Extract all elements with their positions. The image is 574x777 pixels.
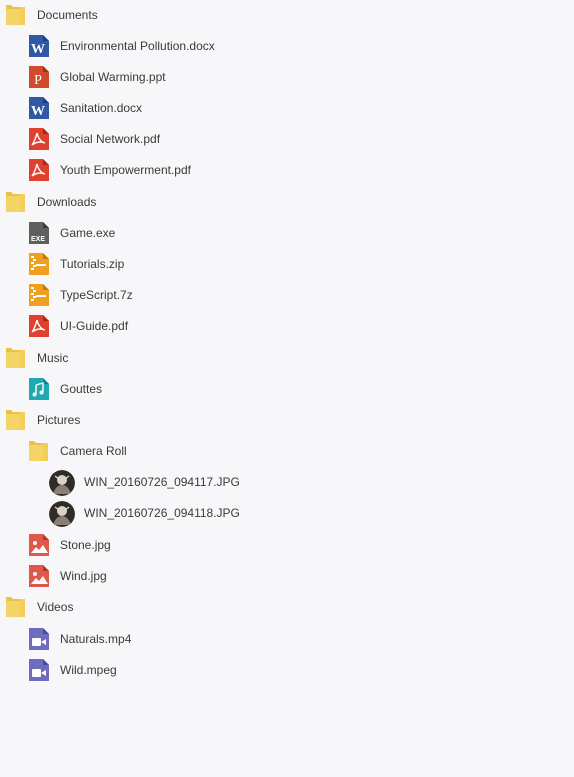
pdf-file-icon	[28, 314, 50, 338]
tree-item-sanitation[interactable]: Sanitation.docx	[0, 93, 574, 124]
file-tree: Documents Environmental Pollution.docx G…	[0, 0, 574, 777]
tree-item-label: Sanitation.docx	[60, 101, 143, 115]
tree-item-label: Wind.jpg	[60, 569, 107, 583]
folder-icon	[5, 3, 27, 27]
tree-item-label: Pictures	[37, 413, 81, 427]
tree-item-global-warming[interactable]: Global Warming.ppt	[0, 62, 574, 93]
tree-item-photo-094118[interactable]: WIN_20160726_094118.JPG	[0, 498, 574, 529]
tree-folder-music[interactable]: Music	[0, 343, 574, 374]
tree-item-label: Documents	[37, 8, 98, 22]
tree-item-typescript[interactable]: TypeScript.7z	[0, 280, 574, 311]
tree-item-label: Environmental Pollution.docx	[60, 39, 215, 53]
tree-folder-documents[interactable]: Documents	[0, 0, 574, 31]
tree-folder-videos[interactable]: Videos	[0, 592, 574, 623]
folder-icon	[5, 190, 27, 214]
tree-item-label: Global Warming.ppt	[60, 70, 166, 84]
tree-item-label: WIN_20160726_094118.JPG	[84, 506, 240, 520]
tree-item-wind[interactable]: Wind.jpg	[0, 561, 574, 592]
powerpoint-file-icon	[28, 65, 50, 89]
pdf-file-icon	[28, 127, 50, 151]
image-file-icon	[28, 564, 50, 588]
tree-item-label: Wild.mpeg	[60, 663, 117, 677]
image-file-icon	[28, 533, 50, 557]
tree-item-label: Music	[37, 351, 69, 365]
tree-item-gouttes[interactable]: Gouttes	[0, 374, 574, 405]
video-file-icon	[28, 658, 50, 682]
tree-folder-camera-roll[interactable]: Camera Roll	[0, 436, 574, 467]
tree-item-label: Naturals.mp4	[60, 632, 132, 646]
photo-thumbnail	[49, 470, 75, 496]
tree-item-label: Camera Roll	[60, 444, 127, 458]
word-file-icon	[28, 96, 50, 120]
tree-item-photo-094117[interactable]: WIN_20160726_094117.JPG	[0, 467, 574, 498]
tree-item-label: Tutorials.zip	[60, 257, 125, 271]
music-file-icon	[28, 377, 50, 401]
folder-icon	[5, 346, 27, 370]
tree-item-label: WIN_20160726_094117.JPG	[84, 475, 240, 489]
folder-icon	[5, 408, 27, 432]
tree-item-youth-empowerment[interactable]: Youth Empowerment.pdf	[0, 155, 574, 186]
tree-item-social-network[interactable]: Social Network.pdf	[0, 124, 574, 155]
tree-item-game[interactable]: Game.exe	[0, 218, 574, 249]
tree-item-label: Youth Empowerment.pdf	[60, 163, 191, 177]
tree-item-label: Stone.jpg	[60, 538, 111, 552]
tree-item-label: Social Network.pdf	[60, 132, 161, 146]
tree-item-label: TypeScript.7z	[60, 288, 133, 302]
tree-item-label: UI-Guide.pdf	[60, 319, 129, 333]
folder-icon	[28, 439, 50, 463]
tree-item-stone[interactable]: Stone.jpg	[0, 530, 574, 561]
video-file-icon	[28, 627, 50, 651]
tree-item-label: Gouttes	[60, 382, 103, 396]
tree-item-naturals[interactable]: Naturals.mp4	[0, 624, 574, 655]
tree-item-label: Videos	[37, 600, 74, 614]
tree-item-label: Game.exe	[60, 226, 116, 240]
word-file-icon	[28, 34, 50, 58]
tree-folder-downloads[interactable]: Downloads	[0, 187, 574, 218]
folder-icon	[5, 595, 27, 619]
pdf-file-icon	[28, 158, 50, 182]
zip-file-icon	[28, 283, 50, 307]
tree-item-label: Downloads	[37, 195, 97, 209]
tree-item-ui-guide[interactable]: UI-Guide.pdf	[0, 311, 574, 342]
tree-item-wild[interactable]: Wild.mpeg	[0, 655, 574, 686]
exe-file-icon	[28, 221, 50, 245]
zip-file-icon	[28, 252, 50, 276]
photo-thumbnail	[49, 501, 75, 527]
tree-item-tutorials[interactable]: Tutorials.zip	[0, 249, 574, 280]
tree-folder-pictures[interactable]: Pictures	[0, 405, 574, 436]
tree-item-environmental-pollution[interactable]: Environmental Pollution.docx	[0, 31, 574, 62]
